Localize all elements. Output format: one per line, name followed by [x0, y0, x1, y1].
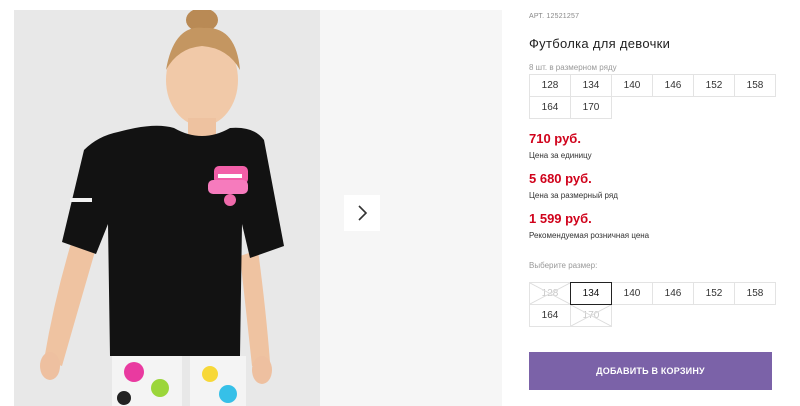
- pack-size-cell: 128: [529, 74, 571, 97]
- size-option-label: 158: [746, 288, 764, 299]
- size-option-unavailable[interactable]: 170: [570, 304, 612, 327]
- pack-price: 5 680 руб.: [529, 171, 592, 186]
- pack-price-label: Цена за размерный ряд: [529, 191, 618, 200]
- pack-size-cell: 170: [570, 96, 612, 119]
- size-option-label: 170: [582, 310, 600, 321]
- chevron-right-icon: [358, 205, 368, 221]
- unit-price: 710 руб.: [529, 131, 581, 146]
- girl-tshirt-photo: [14, 10, 320, 406]
- size-option-label: 128: [541, 288, 559, 299]
- size-option-label: 140: [623, 288, 641, 299]
- product-title: Футболка для девочки: [529, 36, 671, 51]
- size-option-label: 152: [705, 288, 723, 299]
- pack-size-cell: 134: [570, 74, 612, 97]
- size-option[interactable]: 152: [693, 282, 735, 305]
- product-sku: АРТ. 12521257: [529, 13, 580, 20]
- product-photo[interactable]: [14, 10, 320, 406]
- size-option[interactable]: 134: [570, 282, 612, 305]
- size-option-label: 164: [541, 310, 559, 321]
- size-option-unavailable[interactable]: 128: [529, 282, 571, 305]
- retail-price: 1 599 руб.: [529, 211, 592, 226]
- size-option[interactable]: 140: [611, 282, 653, 305]
- choose-size-label: Выберите размер:: [529, 261, 598, 270]
- pack-size-cell: 158: [734, 74, 776, 97]
- pack-sizes-grid: 128 134 140 146 152 158 164 170: [529, 74, 776, 119]
- pack-size-cell: 140: [611, 74, 653, 97]
- size-option-label: 134: [582, 288, 600, 299]
- size-option[interactable]: 164: [529, 304, 571, 327]
- pack-size-cell: 152: [693, 74, 735, 97]
- choose-size-grid: 128 134 140 146 152 158 164 170: [529, 282, 776, 327]
- retail-price-label: Рекомендуемая розничная цена: [529, 231, 650, 240]
- size-option[interactable]: 146: [652, 282, 694, 305]
- size-option-label: 146: [664, 288, 682, 299]
- unit-price-label: Цена за единицу: [529, 151, 592, 160]
- pack-size-cell: 164: [529, 96, 571, 119]
- size-option[interactable]: 158: [734, 282, 776, 305]
- next-image-button[interactable]: [344, 195, 380, 231]
- add-to-cart-button[interactable]: ДОБАВИТЬ В КОРЗИНУ: [529, 352, 772, 390]
- pack-note: 8 шт. в размерном ряду: [529, 63, 617, 72]
- pack-size-cell: 146: [652, 74, 694, 97]
